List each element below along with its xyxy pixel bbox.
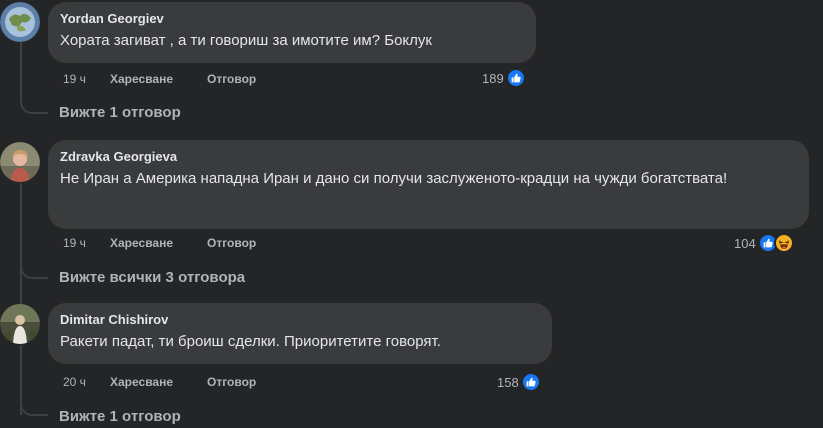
reaction-count: 189 <box>482 70 504 86</box>
reaction-count: 158 <box>497 374 519 390</box>
view-replies-link[interactable]: Вижте 1 отговор <box>59 104 181 121</box>
thread-elbow <box>20 265 48 279</box>
comment-actions: 20 ч Харесване Отговор <box>63 375 256 389</box>
comment-bubble: Zdravka Georgieva Не Иран а Америка напа… <box>48 140 809 229</box>
view-replies-link[interactable]: Вижте всички 3 отговора <box>59 269 245 286</box>
reply-button[interactable]: Отговор <box>207 72 256 86</box>
comment-author[interactable]: Yordan Georgiev <box>60 10 524 27</box>
haha-icon <box>773 233 794 253</box>
like-button[interactable]: Харесване <box>110 375 207 389</box>
avatar[interactable] <box>0 142 40 182</box>
like-button[interactable]: Харесване <box>110 236 207 250</box>
avatar[interactable] <box>0 304 40 344</box>
thread-line <box>20 42 22 100</box>
comment-time[interactable]: 19 ч <box>63 72 110 86</box>
comment-text: Хората загиват , а ти говориш за имотите… <box>60 32 432 49</box>
avatar[interactable] <box>0 2 40 42</box>
thread-elbow <box>20 100 48 114</box>
comment-actions: 19 ч Харесване Отговор <box>63 72 256 86</box>
comment-author[interactable]: Dimitar Chishirov <box>60 311 540 328</box>
reply-button[interactable]: Отговор <box>207 375 256 389</box>
comment-text: Ракети падат, ти броиш сделки. Приоритет… <box>60 333 441 350</box>
comment-bubble: Yordan Georgiev Хората загиват , а ти го… <box>48 2 536 63</box>
thread-elbow <box>20 402 48 416</box>
reaction-count: 104 <box>734 235 756 251</box>
thread-line <box>20 183 22 304</box>
reactions-summary[interactable]: 158 <box>497 372 541 392</box>
like-button[interactable]: Харесване <box>110 72 207 86</box>
comment-time[interactable]: 19 ч <box>63 236 110 250</box>
comment-text: Не Иран а Америка нападна Иран и дано си… <box>60 170 728 187</box>
reply-button[interactable]: Отговор <box>207 236 256 250</box>
comment-actions: 19 ч Харесване Отговор <box>63 236 256 250</box>
like-icon <box>520 372 541 392</box>
comment-author[interactable]: Zdravka Georgieva <box>60 148 797 165</box>
reactions-summary[interactable]: 189 <box>482 68 526 88</box>
reactions-summary[interactable]: 104 <box>734 233 794 253</box>
view-replies-link[interactable]: Вижте 1 отговор <box>59 408 181 425</box>
like-icon <box>505 68 526 88</box>
comment-bubble: Dimitar Chishirov Ракети падат, ти броиш… <box>48 303 552 364</box>
comment-time[interactable]: 20 ч <box>63 375 110 389</box>
